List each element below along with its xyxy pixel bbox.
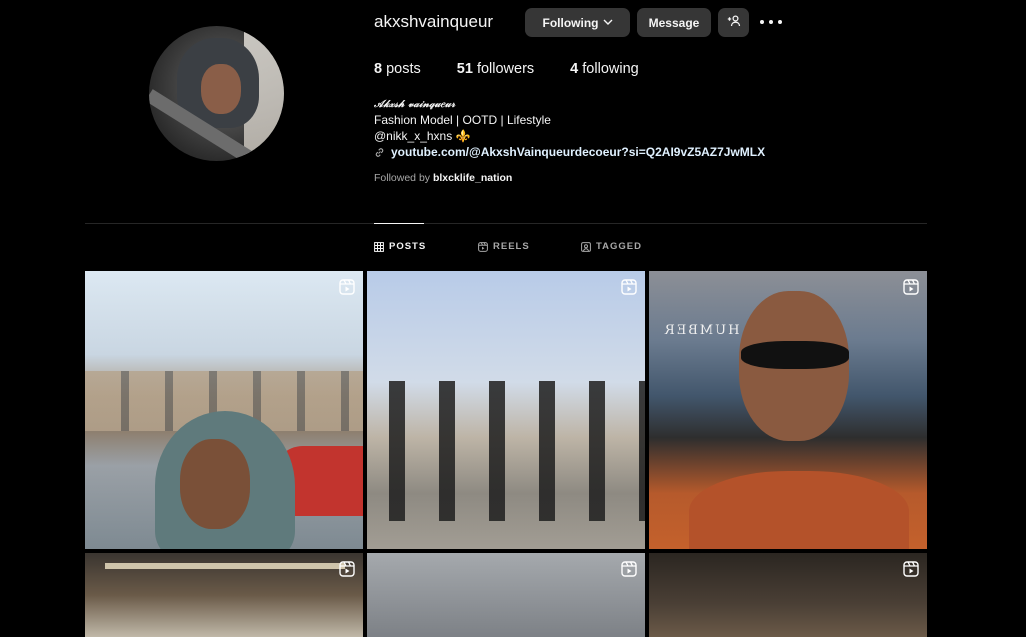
posts-stat: 8 posts — [374, 61, 421, 77]
post-tile[interactable] — [649, 553, 927, 637]
post-tile[interactable] — [367, 553, 645, 637]
profile-avatar[interactable] — [149, 26, 284, 161]
profile-page: akxshvainqueur Following Message 8 posts… — [0, 0, 1026, 637]
tagged-icon — [581, 241, 591, 252]
chevron-down-icon — [603, 17, 613, 28]
following-button-label: Following — [542, 15, 599, 30]
post-tile[interactable] — [367, 271, 645, 549]
bio-line-1: Fashion Model | OOTD | Lifestyle — [374, 113, 551, 127]
bio-link-text[interactable]: youtube.com/@AkxshVainqueurdecoeur?si=Q2… — [391, 144, 765, 160]
reel-icon — [339, 279, 355, 300]
display-name: 𝒜𝓀𝓍𝓈𝒽 𝓋𝒶𝒾𝓃𝓆𝓊𝑒𝓊𝓇 — [374, 99, 456, 110]
reel-icon — [621, 279, 637, 300]
profile-bio: 𝒜𝓀𝓍𝓈𝒽 𝓋𝒶𝒾𝓃𝓆𝓊𝑒𝓊𝓇 Fashion Model | OOTD | L… — [374, 97, 765, 160]
post-tile[interactable] — [85, 553, 363, 637]
message-button[interactable]: Message — [637, 8, 711, 37]
post-tile[interactable]: HUMBER — [649, 271, 927, 549]
post-tile[interactable] — [85, 271, 363, 549]
reel-icon — [339, 561, 355, 582]
active-tab-indicator — [374, 223, 424, 224]
profile-tabs: POSTS REELS TAGGED — [374, 241, 674, 253]
reels-icon — [478, 241, 488, 252]
following-button[interactable]: Following — [525, 8, 630, 37]
tabs-divider — [85, 223, 927, 224]
username: akxshvainqueur — [374, 12, 494, 31]
following-stat[interactable]: 4 following — [570, 61, 639, 77]
suggest-users-button[interactable] — [718, 8, 749, 37]
reel-icon — [903, 561, 919, 582]
followed-by[interactable]: Followed by blxcklife_nation — [374, 172, 512, 184]
tile-sign-text: HUMBER — [663, 323, 740, 338]
reel-icon — [903, 279, 919, 300]
reel-icon — [621, 561, 637, 582]
more-options-icon[interactable] — [760, 12, 782, 32]
bio-line-2[interactable]: @nikk_x_hxns ⚜️ — [374, 128, 765, 144]
tab-tagged[interactable]: TAGGED — [581, 241, 642, 252]
link-icon — [375, 147, 384, 157]
followed-by-user[interactable]: blxcklife_nation — [433, 172, 512, 184]
add-user-icon — [727, 15, 741, 30]
grid-icon — [374, 241, 384, 252]
followers-stat[interactable]: 51 followers — [457, 61, 534, 77]
tab-posts[interactable]: POSTS — [374, 241, 426, 252]
tab-reels[interactable]: REELS — [478, 241, 530, 252]
profile-stats: 8 posts 51 followers 4 following — [374, 61, 675, 77]
bio-link[interactable]: youtube.com/@AkxshVainqueurdecoeur?si=Q2… — [374, 144, 765, 160]
